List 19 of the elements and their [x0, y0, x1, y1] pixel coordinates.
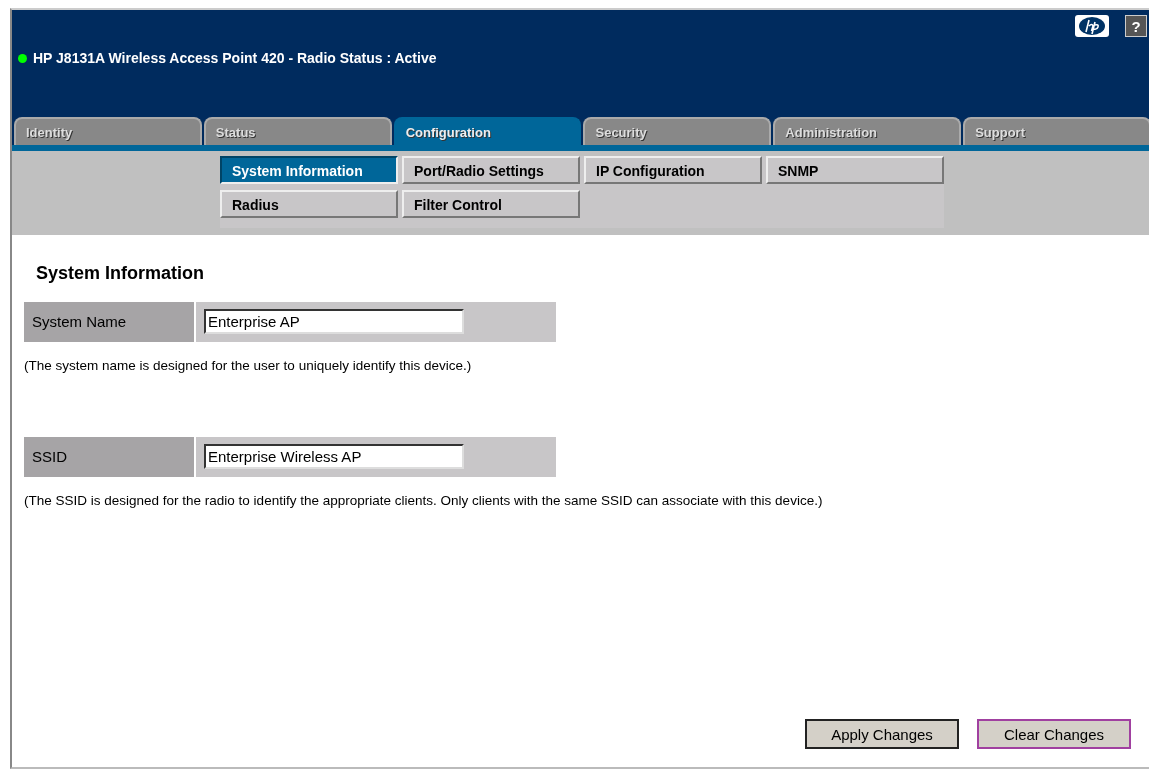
nav-tab[interactable]: Configuration — [393, 117, 582, 145]
help-button[interactable]: ? — [1125, 15, 1147, 37]
field-note: (The SSID is designed for the radio to identify the appropriate clients. Only clients with the same SSID can associate with this device.) — [24, 493, 824, 508]
subnav-button[interactable]: Radius — [220, 190, 398, 218]
hp-logo-icon — [1075, 15, 1109, 37]
field-note: (The system name is designed for the user to uniquely identify this device.) — [24, 358, 473, 373]
subnav-button[interactable]: Port/Radio Settings — [402, 156, 580, 184]
field-label: SSID — [24, 437, 194, 477]
action-button[interactable]: Apply Changes — [805, 719, 959, 749]
subnav-button[interactable]: IP Configuration — [584, 156, 762, 184]
input-field[interactable]: Enterprise Wireless AP — [204, 444, 464, 469]
subnav-button[interactable]: SNMP — [766, 156, 944, 184]
field-label: System Name — [24, 302, 194, 342]
action-button[interactable]: Clear Changes — [977, 719, 1131, 749]
subnav-button[interactable]: Filter Control — [402, 190, 580, 218]
header-title: HP J8131A Wireless Access Point 420 - Radio Status : Active — [33, 50, 437, 66]
page-title: System Information — [36, 263, 206, 284]
input-field[interactable]: Enterprise AP — [204, 309, 464, 334]
subnav-button[interactable]: System Information — [220, 156, 398, 184]
